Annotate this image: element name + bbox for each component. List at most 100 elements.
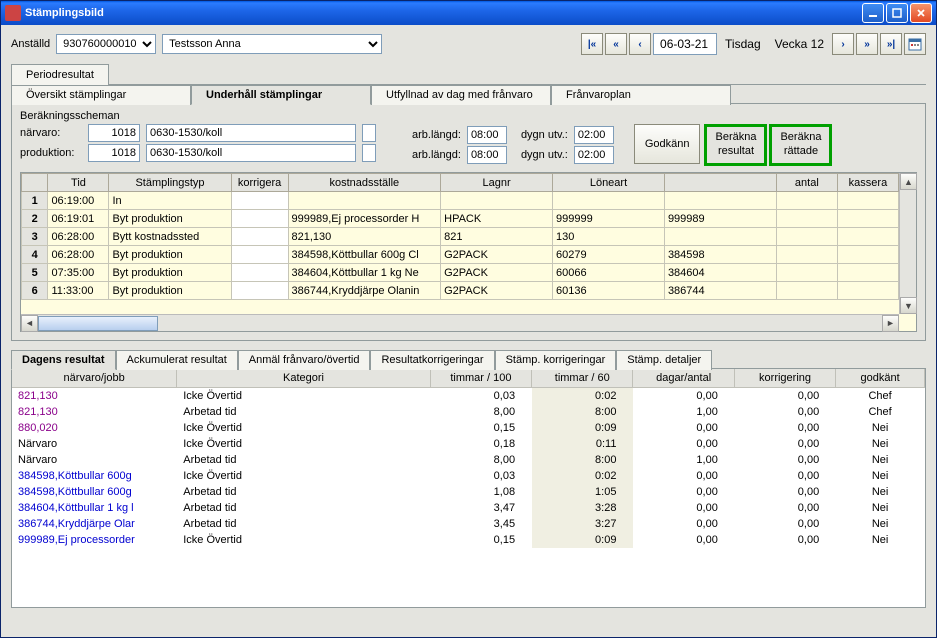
cell-loneart[interactable]: 60279 bbox=[553, 246, 665, 264]
dygnutv-narvaro-field[interactable] bbox=[574, 126, 614, 144]
cell-lagnr[interactable] bbox=[441, 192, 553, 210]
cell-antal[interactable] bbox=[776, 210, 837, 228]
subtab-maintenance[interactable]: Underhåll stämplingar bbox=[191, 85, 371, 105]
restab-dagens[interactable]: Dagens resultat bbox=[11, 350, 116, 370]
cell-job[interactable]: 384598,Köttbullar 600g bbox=[12, 468, 177, 484]
col-tid[interactable]: Tid bbox=[48, 174, 109, 192]
restab-stampkorr[interactable]: Stämp. korrigeringar bbox=[495, 350, 617, 370]
cell-antal[interactable] bbox=[776, 192, 837, 210]
cell-lagnr[interactable]: G2PACK bbox=[441, 264, 553, 282]
cell-kost[interactable]: 384598,Köttbullar 600g Cl bbox=[288, 246, 441, 264]
dygnutv-prod-field[interactable] bbox=[574, 146, 614, 164]
subtab-overview[interactable]: Översikt stämplingar bbox=[11, 85, 191, 105]
col-loneart[interactable]: Löneart bbox=[553, 174, 665, 192]
cell-job[interactable]: 384604,Köttbullar 1 kg l bbox=[12, 500, 177, 516]
cell-kassera[interactable] bbox=[837, 210, 898, 228]
arblang-prod-field[interactable] bbox=[467, 146, 507, 164]
narvaro-extra-field[interactable] bbox=[362, 124, 376, 142]
cell-kost[interactable]: 999989,Ej processorder H bbox=[288, 210, 441, 228]
cell-tid[interactable]: 06:19:00 bbox=[48, 192, 109, 210]
table-row[interactable]: 384604,Köttbullar 1 kg lArbetad tid3,473… bbox=[12, 500, 925, 516]
godkann-button[interactable]: Godkänn bbox=[634, 124, 701, 164]
cell-loneart[interactable] bbox=[553, 192, 665, 210]
nav-fastprev-button[interactable]: « bbox=[605, 33, 627, 55]
restab-resultatkorr[interactable]: Resultatkorrigeringar bbox=[370, 350, 494, 370]
produktion-code-field[interactable] bbox=[88, 144, 140, 162]
table-row[interactable]: 306:28:00Bytt kostnadssted821,130821130 bbox=[22, 228, 899, 246]
scroll-down-icon[interactable]: ▼ bbox=[900, 297, 917, 314]
scroll-left-icon[interactable]: ◄ bbox=[21, 315, 38, 332]
nav-first-button[interactable]: |« bbox=[581, 33, 603, 55]
results-table[interactable]: närvaro/jobb Kategori timmar / 100 timma… bbox=[12, 369, 925, 548]
cell-kassera[interactable] bbox=[837, 264, 898, 282]
arblang-narvaro-field[interactable] bbox=[467, 126, 507, 144]
cell-loneart[interactable]: 60136 bbox=[553, 282, 665, 300]
cell-loneart[interactable]: 999999 bbox=[553, 210, 665, 228]
nav-prev-button[interactable]: ‹ bbox=[629, 33, 651, 55]
close-button[interactable] bbox=[910, 3, 932, 23]
cell-job[interactable]: 880,020 bbox=[12, 420, 177, 436]
cell-job[interactable]: Närvaro bbox=[12, 452, 177, 468]
scroll-right-icon[interactable]: ► bbox=[882, 315, 899, 332]
cell-kassera[interactable] bbox=[837, 228, 898, 246]
narvaro-code-field[interactable] bbox=[88, 124, 140, 142]
hscroll-thumb[interactable] bbox=[38, 316, 158, 331]
berakna-resultat-button[interactable]: Beräkna resultat bbox=[704, 124, 767, 166]
cell-tid[interactable]: 11:33:00 bbox=[48, 282, 109, 300]
restab-anmal[interactable]: Anmäl frånvaro/övertid bbox=[238, 350, 371, 370]
rescol-t100[interactable]: timmar / 100 bbox=[430, 369, 531, 388]
cell-col7[interactable]: 386744 bbox=[664, 282, 776, 300]
col-korrigera[interactable]: korrigera bbox=[231, 174, 288, 192]
rescol-korr[interactable]: korrigering bbox=[734, 369, 835, 388]
rescol-godkant[interactable]: godkänt bbox=[836, 369, 925, 388]
cell-job[interactable]: 386744,Kryddjärpe Olar bbox=[12, 516, 177, 532]
cell-kost[interactable] bbox=[288, 192, 441, 210]
nav-fastnext-button[interactable]: » bbox=[856, 33, 878, 55]
cell-job[interactable]: 384598,Köttbullar 600g bbox=[12, 484, 177, 500]
cell-tid[interactable]: 07:35:00 bbox=[48, 264, 109, 282]
grid-hscroll[interactable]: ◄ ► bbox=[21, 314, 899, 331]
cell-korrigera[interactable] bbox=[231, 264, 288, 282]
cell-antal[interactable] bbox=[776, 246, 837, 264]
table-row[interactable]: NärvaroIcke Övertid0,180:110,000,00Nei bbox=[12, 436, 925, 452]
cell-antal[interactable] bbox=[776, 282, 837, 300]
cell-tid[interactable]: 06:19:01 bbox=[48, 210, 109, 228]
date-field[interactable]: 06-03-21 bbox=[653, 33, 717, 55]
cell-loneart[interactable]: 60066 bbox=[553, 264, 665, 282]
cell-col7[interactable]: 999989 bbox=[664, 210, 776, 228]
cell-loneart[interactable]: 130 bbox=[553, 228, 665, 246]
cell-antal[interactable] bbox=[776, 228, 837, 246]
cell-korrigera[interactable] bbox=[231, 228, 288, 246]
cell-col7[interactable] bbox=[664, 192, 776, 210]
rescol-t60[interactable]: timmar / 60 bbox=[532, 369, 633, 388]
cell-korrigera[interactable] bbox=[231, 192, 288, 210]
calendar-button[interactable] bbox=[904, 33, 926, 55]
table-row[interactable]: 999989,Ej processorderIcke Övertid0,150:… bbox=[12, 532, 925, 548]
subtab-fillday[interactable]: Utfyllnad av dag med frånvaro bbox=[371, 85, 551, 105]
cell-kost[interactable]: 386744,Kryddjärpe Olanin bbox=[288, 282, 441, 300]
rescol-kategori[interactable]: Kategori bbox=[177, 369, 430, 388]
employee-id-dropdown[interactable]: 930760000010160 bbox=[56, 34, 156, 54]
table-row[interactable]: 384598,Köttbullar 600gArbetad tid1,081:0… bbox=[12, 484, 925, 500]
cell-col7[interactable]: 384604 bbox=[664, 264, 776, 282]
narvaro-name-field[interactable] bbox=[146, 124, 356, 142]
table-row[interactable]: 384598,Köttbullar 600gIcke Övertid0,030:… bbox=[12, 468, 925, 484]
produktion-name-field[interactable] bbox=[146, 144, 356, 162]
col-kassera[interactable]: kassera bbox=[837, 174, 898, 192]
cell-korrigera[interactable] bbox=[231, 246, 288, 264]
produktion-extra-field[interactable] bbox=[362, 144, 376, 162]
cell-job[interactable]: 821,130 bbox=[12, 388, 177, 405]
cell-tid[interactable]: 06:28:00 bbox=[48, 228, 109, 246]
cell-job[interactable]: 821,130 bbox=[12, 404, 177, 420]
cell-lagnr[interactable]: G2PACK bbox=[441, 282, 553, 300]
cell-typ[interactable]: Byt produktion bbox=[109, 246, 231, 264]
cell-antal[interactable] bbox=[776, 264, 837, 282]
grid-vscroll[interactable]: ▲ ▼ bbox=[899, 173, 916, 314]
table-row[interactable]: 821,130Icke Övertid0,030:020,000,00Chef bbox=[12, 388, 925, 405]
cell-kassera[interactable] bbox=[837, 282, 898, 300]
cell-job[interactable]: Närvaro bbox=[12, 436, 177, 452]
cell-typ[interactable]: Byt produktion bbox=[109, 210, 231, 228]
rescol-dag[interactable]: dagar/antal bbox=[633, 369, 734, 388]
cell-lagnr[interactable]: HPACK bbox=[441, 210, 553, 228]
maximize-button[interactable] bbox=[886, 3, 908, 23]
